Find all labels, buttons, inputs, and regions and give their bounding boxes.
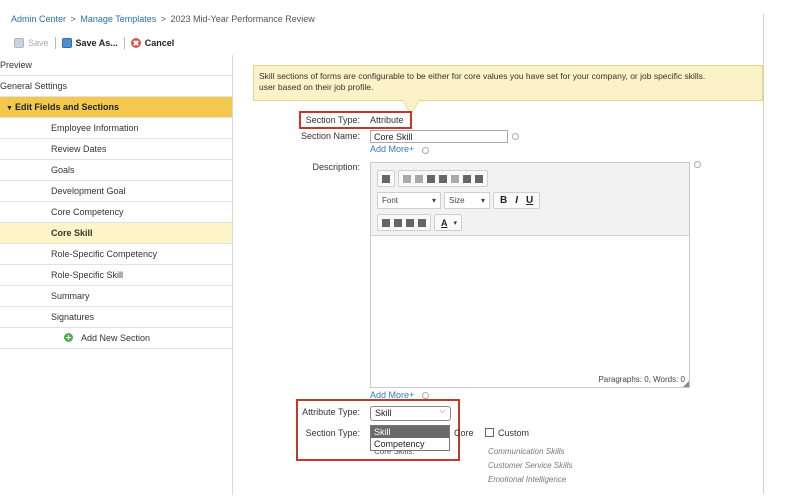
editor-status: Paragraphs: 0, Words: 0 <box>598 375 685 384</box>
info-text-line2: user based on their job profile. <box>259 82 374 93</box>
section-name-label: Section Name: <box>300 131 360 141</box>
image-icon[interactable] <box>427 174 435 183</box>
cancel-label: Cancel <box>144 38 175 48</box>
numbered-list-icon[interactable] <box>463 174 471 183</box>
breadcrumb: Admin Center > Manage Templates > 2023 M… <box>11 14 315 24</box>
toolbar-divider <box>54 37 56 49</box>
text-color-button[interactable]: A ▾ <box>434 214 463 231</box>
sidebar: Preview General Settings ▼ Edit Fields an… <box>0 55 233 495</box>
breadcrumb-separator: > <box>160 14 166 24</box>
description-label: Description: <box>312 162 360 172</box>
cancel-button[interactable]: Cancel <box>130 38 175 48</box>
section-type-value: Attribute <box>370 115 404 125</box>
size-select[interactable]: Size ▾ <box>444 192 490 209</box>
core-option-label[interactable]: Core <box>454 428 474 438</box>
sidebar-item-core-competency[interactable]: Core Competency <box>0 202 232 223</box>
add-circle-icon <box>64 333 73 342</box>
bold-button[interactable]: B <box>498 195 509 206</box>
attribute-type-dropdown: Skill Competency <box>370 425 450 451</box>
breadcrumb-manage-templates[interactable]: Manage Templates <box>80 14 156 24</box>
cancel-icon <box>130 38 141 48</box>
align-justify-icon[interactable] <box>418 218 426 227</box>
underline-button[interactable]: U <box>524 195 535 206</box>
sidebar-item-core-skill[interactable]: Core Skill <box>0 223 232 244</box>
toolbar-divider <box>123 37 125 49</box>
breadcrumb-separator: > <box>70 14 76 24</box>
font-select[interactable]: Font ▾ <box>377 192 441 209</box>
add-new-section-label: Add New Section <box>81 333 151 343</box>
help-icon[interactable] <box>422 392 429 399</box>
align-left-icon[interactable] <box>382 218 390 227</box>
editor-toolbar: Font ▾ Size ▾ B I U A ▾ <box>371 163 689 236</box>
attribute-type-select[interactable]: Skill ⌵ <box>370 406 451 421</box>
core-skill-item: Communication Skills <box>488 447 565 456</box>
chevron-down-icon: ▾ <box>453 219 458 227</box>
source-icon[interactable] <box>382 174 390 183</box>
section-type-label: Section Type: <box>305 115 360 125</box>
help-icon[interactable] <box>512 133 519 140</box>
add-new-section-button[interactable]: Add New Section <box>0 328 232 349</box>
resize-handle-icon[interactable] <box>683 381 689 387</box>
sidebar-item-development-goal[interactable]: Development Goal <box>0 181 232 202</box>
section-type-label-2: Section Type: <box>305 428 360 438</box>
sidebar-item-role-specific-competency[interactable]: Role-Specific Competency <box>0 244 232 265</box>
custom-label: Custom <box>498 428 530 438</box>
breadcrumb-admin-center[interactable]: Admin Center <box>11 14 66 24</box>
sidebar-section-label: Edit Fields and Sections <box>14 102 119 112</box>
section-name-input[interactable]: Core Skill <box>370 130 508 143</box>
description-editor: Font ▾ Size ▾ B I U A ▾ Paragraphs: 0, Wor… <box>370 162 690 388</box>
sidebar-item-goals[interactable]: Goals <box>0 160 232 181</box>
chevron-down-icon: ▾ <box>480 196 485 205</box>
save-as-label: Save As... <box>75 38 118 48</box>
undo-icon[interactable] <box>403 174 411 183</box>
collapse-caret-icon: ▼ <box>6 105 13 112</box>
font-select-label: Font <box>382 196 399 205</box>
save-as-button[interactable]: Save As... <box>61 38 118 48</box>
toolbar: Save Save As... Cancel <box>14 34 174 52</box>
dropdown-option-skill[interactable]: Skill <box>371 426 449 438</box>
attribute-type-value: Skill <box>375 408 392 418</box>
core-skill-item: Emotional Intelligence <box>488 475 567 484</box>
help-icon[interactable] <box>422 147 429 154</box>
core-skill-item: Customer Service Skills <box>488 461 573 470</box>
dropdown-option-competency[interactable]: Competency <box>371 438 449 450</box>
add-more-link[interactable]: Add More+ <box>370 144 414 154</box>
chevron-down-icon: ▾ <box>431 196 436 205</box>
link-icon[interactable] <box>439 174 447 183</box>
align-center-icon[interactable] <box>394 218 402 227</box>
save-as-icon <box>61 38 72 48</box>
sidebar-item-role-specific-skill[interactable]: Role-Specific Skill <box>0 265 232 286</box>
attribute-type-label: Attribute Type: <box>302 407 360 417</box>
help-icon[interactable] <box>694 161 701 168</box>
sidebar-section-edit-fields[interactable]: ▼ Edit Fields and Sections <box>0 97 232 118</box>
content-border <box>763 14 764 494</box>
sidebar-item-signatures[interactable]: Signatures <box>0 307 232 328</box>
sidebar-item-review-dates[interactable]: Review Dates <box>0 139 232 160</box>
sidebar-item-summary[interactable]: Summary <box>0 286 232 307</box>
sidebar-item-employee-information[interactable]: Employee Information <box>0 118 232 139</box>
add-more-label: Add More+ <box>370 144 415 154</box>
unlink-icon[interactable] <box>451 174 459 183</box>
text-color-icon: A <box>441 217 448 228</box>
save-icon <box>14 38 24 48</box>
info-text-line1: Skill sections of forms are configurable… <box>259 71 706 81</box>
save-label: Save <box>28 38 49 48</box>
size-select-label: Size <box>449 196 465 205</box>
redo-icon[interactable] <box>415 174 423 183</box>
info-tooltip: Skill sections of forms are configurable… <box>253 65 763 101</box>
italic-button[interactable]: I <box>513 195 520 206</box>
save-button[interactable]: Save <box>14 38 49 48</box>
chevron-down-icon: ⌵ <box>439 408 445 415</box>
sidebar-item-general-settings[interactable]: General Settings <box>0 76 232 97</box>
custom-checkbox[interactable] <box>485 428 494 437</box>
sidebar-item-preview[interactable]: Preview <box>0 55 232 76</box>
bulleted-list-icon[interactable] <box>475 174 483 183</box>
align-right-icon[interactable] <box>406 218 414 227</box>
breadcrumb-current: 2023 Mid-Year Performance Review <box>170 14 315 24</box>
